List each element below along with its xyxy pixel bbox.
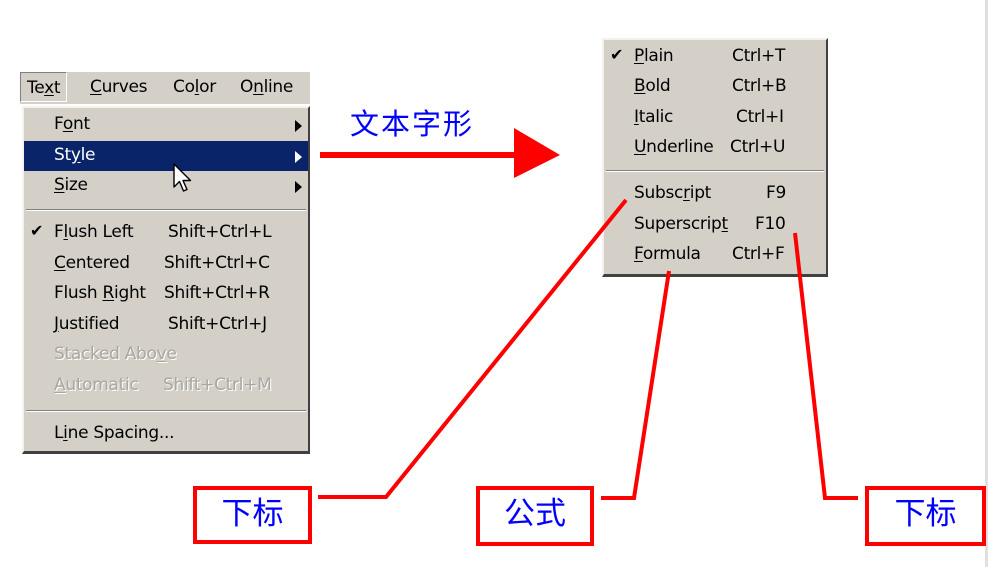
callout-subscript: 下标 <box>193 486 312 544</box>
leader-line-formula <box>601 270 671 500</box>
leader-line-superscript <box>793 232 858 500</box>
annotation-overlay <box>318 128 858 500</box>
arrow-head-icon <box>514 128 560 178</box>
callout-superscript: 下标 <box>865 486 986 546</box>
leader-line-subscript <box>318 198 628 499</box>
arrow-label: 文本字形 <box>350 107 475 141</box>
callout-formula: 公式 <box>476 486 594 546</box>
